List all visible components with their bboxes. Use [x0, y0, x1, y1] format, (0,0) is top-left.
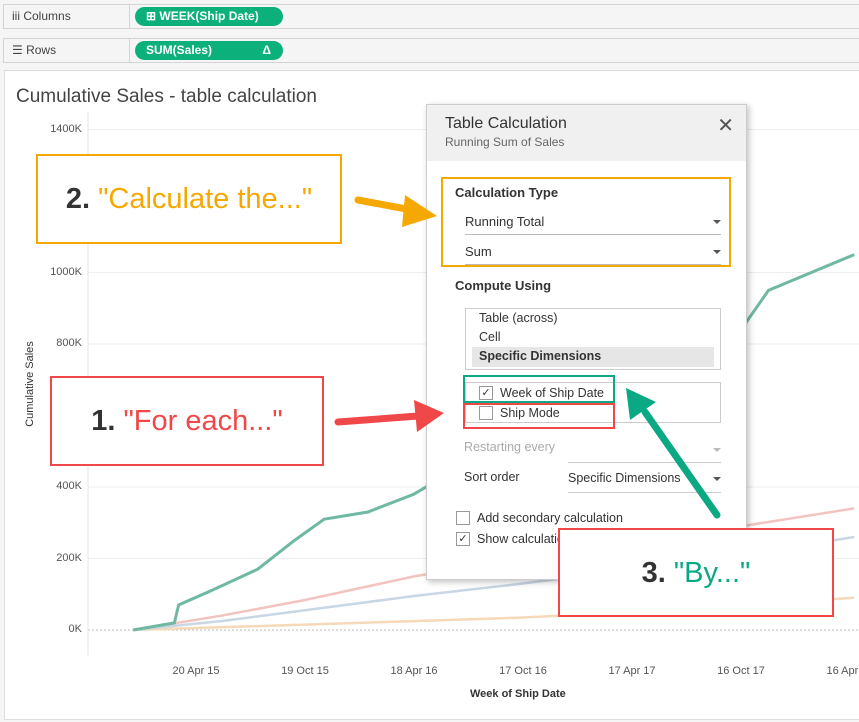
- restarting-every-select[interactable]: [568, 437, 721, 463]
- compute-using-label: Compute Using: [455, 278, 552, 293]
- week-highlight: [463, 375, 615, 403]
- option-table-across[interactable]: Table (across): [466, 309, 720, 328]
- dialog-title: Table Calculation: [445, 115, 567, 132]
- add-secondary-calculation[interactable]: Add secondary calculation: [456, 511, 623, 525]
- dropdown-icon: [713, 477, 721, 485]
- close-icon[interactable]: ✕: [717, 113, 734, 138]
- checkbox-checked-icon[interactable]: ✓: [456, 532, 470, 546]
- ship-mode-highlight: [463, 403, 615, 429]
- dropdown-icon: [713, 448, 721, 456]
- sort-order-label: Sort order: [464, 470, 520, 484]
- annotation-by: 3. "By...": [558, 528, 834, 617]
- annotation-calculate: 2. "Calculate the...": [36, 154, 342, 244]
- option-specific-dimensions[interactable]: Specific Dimensions: [472, 347, 714, 367]
- dialog-subtitle: Running Sum of Sales: [445, 135, 565, 149]
- checkbox-icon[interactable]: [456, 511, 470, 525]
- calc-type-highlight: [441, 177, 731, 267]
- sort-order-select[interactable]: Specific Dimensions: [568, 467, 721, 493]
- annotation-for-each: 1. "For each...": [50, 376, 324, 466]
- option-cell[interactable]: Cell: [466, 328, 720, 347]
- restarting-every-label: Restarting every: [464, 440, 556, 454]
- table-calculation-dialog: Table Calculation Running Sum of Sales ✕…: [426, 104, 747, 580]
- dialog-header: Table Calculation Running Sum of Sales ✕: [427, 105, 746, 161]
- compute-using-list: Table (across) Cell Specific Dimensions: [465, 308, 721, 370]
